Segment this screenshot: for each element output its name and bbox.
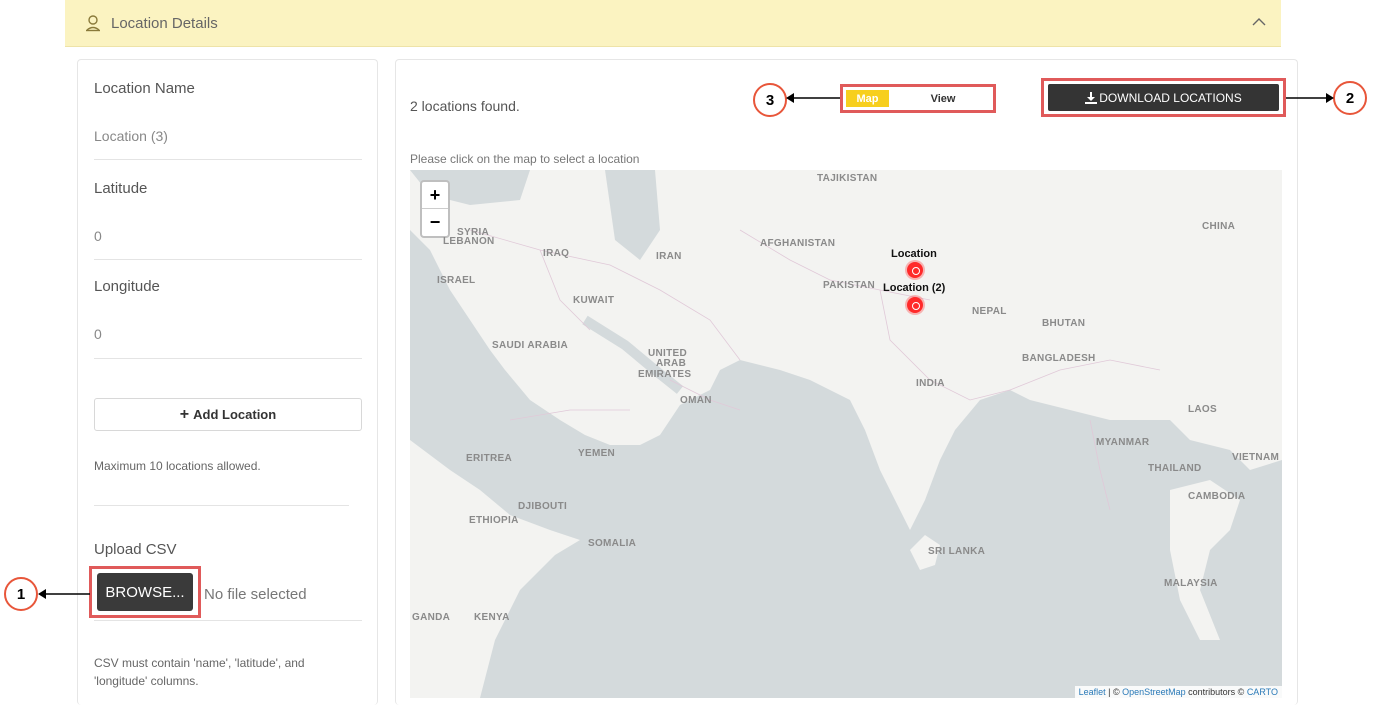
carto-link[interactable]: CARTO <box>1247 687 1278 697</box>
divider <box>94 159 362 160</box>
toggle-view-option[interactable]: View <box>923 90 963 107</box>
map-label: ETHIOPIA <box>469 515 519 526</box>
browse-button[interactable]: BROWSE... <box>97 573 193 611</box>
download-label: DOWNLOAD LOCATIONS <box>1099 90 1242 105</box>
map-label: DJIBOUTI <box>518 501 568 512</box>
map-label: KENYA <box>474 612 510 623</box>
map-label: IRAQ <box>543 248 570 259</box>
attribution-text: contributors © <box>1185 687 1247 697</box>
zoom-out-button[interactable]: − <box>422 209 448 236</box>
divider <box>94 259 362 260</box>
download-highlight: DOWNLOAD LOCATIONS <box>1041 78 1286 117</box>
zoom-control: + − <box>420 180 450 238</box>
map-view-toggle: Map View <box>840 84 996 113</box>
section-header[interactable]: Location Details <box>65 0 1281 47</box>
arrow-icon <box>38 589 90 599</box>
add-location-button[interactable]: + Add Location <box>94 398 362 431</box>
map-label: EMIRATES <box>638 369 692 380</box>
toggle-map-option[interactable]: Map <box>846 90 889 107</box>
name-label: Location Name <box>94 80 195 97</box>
map-label: KUWAIT <box>573 295 615 306</box>
map-label: IRAN <box>656 251 682 262</box>
map-label: AFGHANISTAN <box>760 238 836 249</box>
map-label: LAOS <box>1188 404 1217 415</box>
map-attribution: Leaflet | © OpenStreetMap contributors ©… <box>1074 686 1282 698</box>
divider <box>94 358 362 359</box>
marker-label: Location (2) <box>883 282 946 294</box>
map-basemap <box>410 170 1282 698</box>
map-label: PAKISTAN <box>823 280 876 291</box>
map-label: CAMBODIA <box>1188 491 1246 502</box>
add-location-label: Add Location <box>193 407 277 422</box>
map-label: SOMALIA <box>588 538 637 549</box>
map-label: INDIA <box>916 378 945 389</box>
latitude-label: Latitude <box>94 180 148 197</box>
callout-badge: 1 <box>4 577 38 611</box>
osm-link[interactable]: OpenStreetMap <box>1122 687 1186 697</box>
divider <box>94 620 362 621</box>
upload-csv-label: Upload CSV <box>94 541 177 558</box>
download-icon <box>1085 91 1098 104</box>
longitude-label: Longitude <box>94 278 160 295</box>
map-label: BANGLADESH <box>1022 353 1096 364</box>
plus-icon: + <box>179 405 190 423</box>
map-label: OMAN <box>680 395 712 406</box>
callout-badge: 3 <box>753 83 787 117</box>
map-label: GANDA <box>412 612 451 623</box>
file-status: No file selected <box>204 586 307 603</box>
map-label: ERITREA <box>466 453 512 464</box>
map-label: THAILAND <box>1148 463 1202 474</box>
attribution-text: | © <box>1105 687 1123 697</box>
leaflet-link[interactable]: Leaflet <box>1079 687 1106 697</box>
map-label: MYANMAR <box>1096 437 1150 448</box>
locations-found-text: 2 locations found. <box>410 98 520 114</box>
name-input[interactable]: Location (3) <box>94 128 168 144</box>
max-locations-note: Maximum 10 locations allowed. <box>94 459 261 473</box>
arrow-icon <box>1286 93 1334 103</box>
callout-badge: 2 <box>1333 81 1367 115</box>
map-label: ISRAEL <box>437 275 476 286</box>
map-label: ARAB <box>656 358 687 369</box>
map-marker[interactable] <box>907 262 923 278</box>
map-instruction: Please click on the map to select a loca… <box>410 152 640 166</box>
map-label: CHINA <box>1202 221 1236 232</box>
zoom-in-button[interactable]: + <box>422 182 448 209</box>
map-label: MALAYSIA <box>1164 578 1218 589</box>
location-pin-icon <box>86 15 100 32</box>
map-label: TAJIKISTAN <box>817 173 878 184</box>
section-title: Location Details <box>111 14 218 32</box>
download-locations-button[interactable]: DOWNLOAD LOCATIONS <box>1048 84 1279 111</box>
map-label: YEMEN <box>578 448 616 459</box>
longitude-input[interactable]: 0 <box>94 326 102 342</box>
map-label: NEPAL <box>972 306 1007 317</box>
map-label: VIETNAM <box>1232 452 1280 463</box>
arrow-icon <box>786 93 840 103</box>
marker-label: Location <box>891 248 937 260</box>
map-marker[interactable] <box>907 297 923 313</box>
map-label: BHUTAN <box>1042 318 1086 329</box>
browse-highlight: BROWSE... <box>89 566 201 618</box>
map-label: LEBANON <box>443 236 495 247</box>
map-canvas[interactable]: + − TAJIKISTAN CHINA SYRIA LEBANON IRAQ … <box>410 170 1282 698</box>
divider <box>94 505 349 506</box>
chevron-up-icon[interactable] <box>1251 14 1267 30</box>
map-label: SAUDI ARABIA <box>492 340 569 351</box>
map-label: SRI LANKA <box>928 546 986 557</box>
csv-requirements-note: CSV must contain 'name', 'latitude', and… <box>94 656 305 688</box>
latitude-input[interactable]: 0 <box>94 228 102 244</box>
